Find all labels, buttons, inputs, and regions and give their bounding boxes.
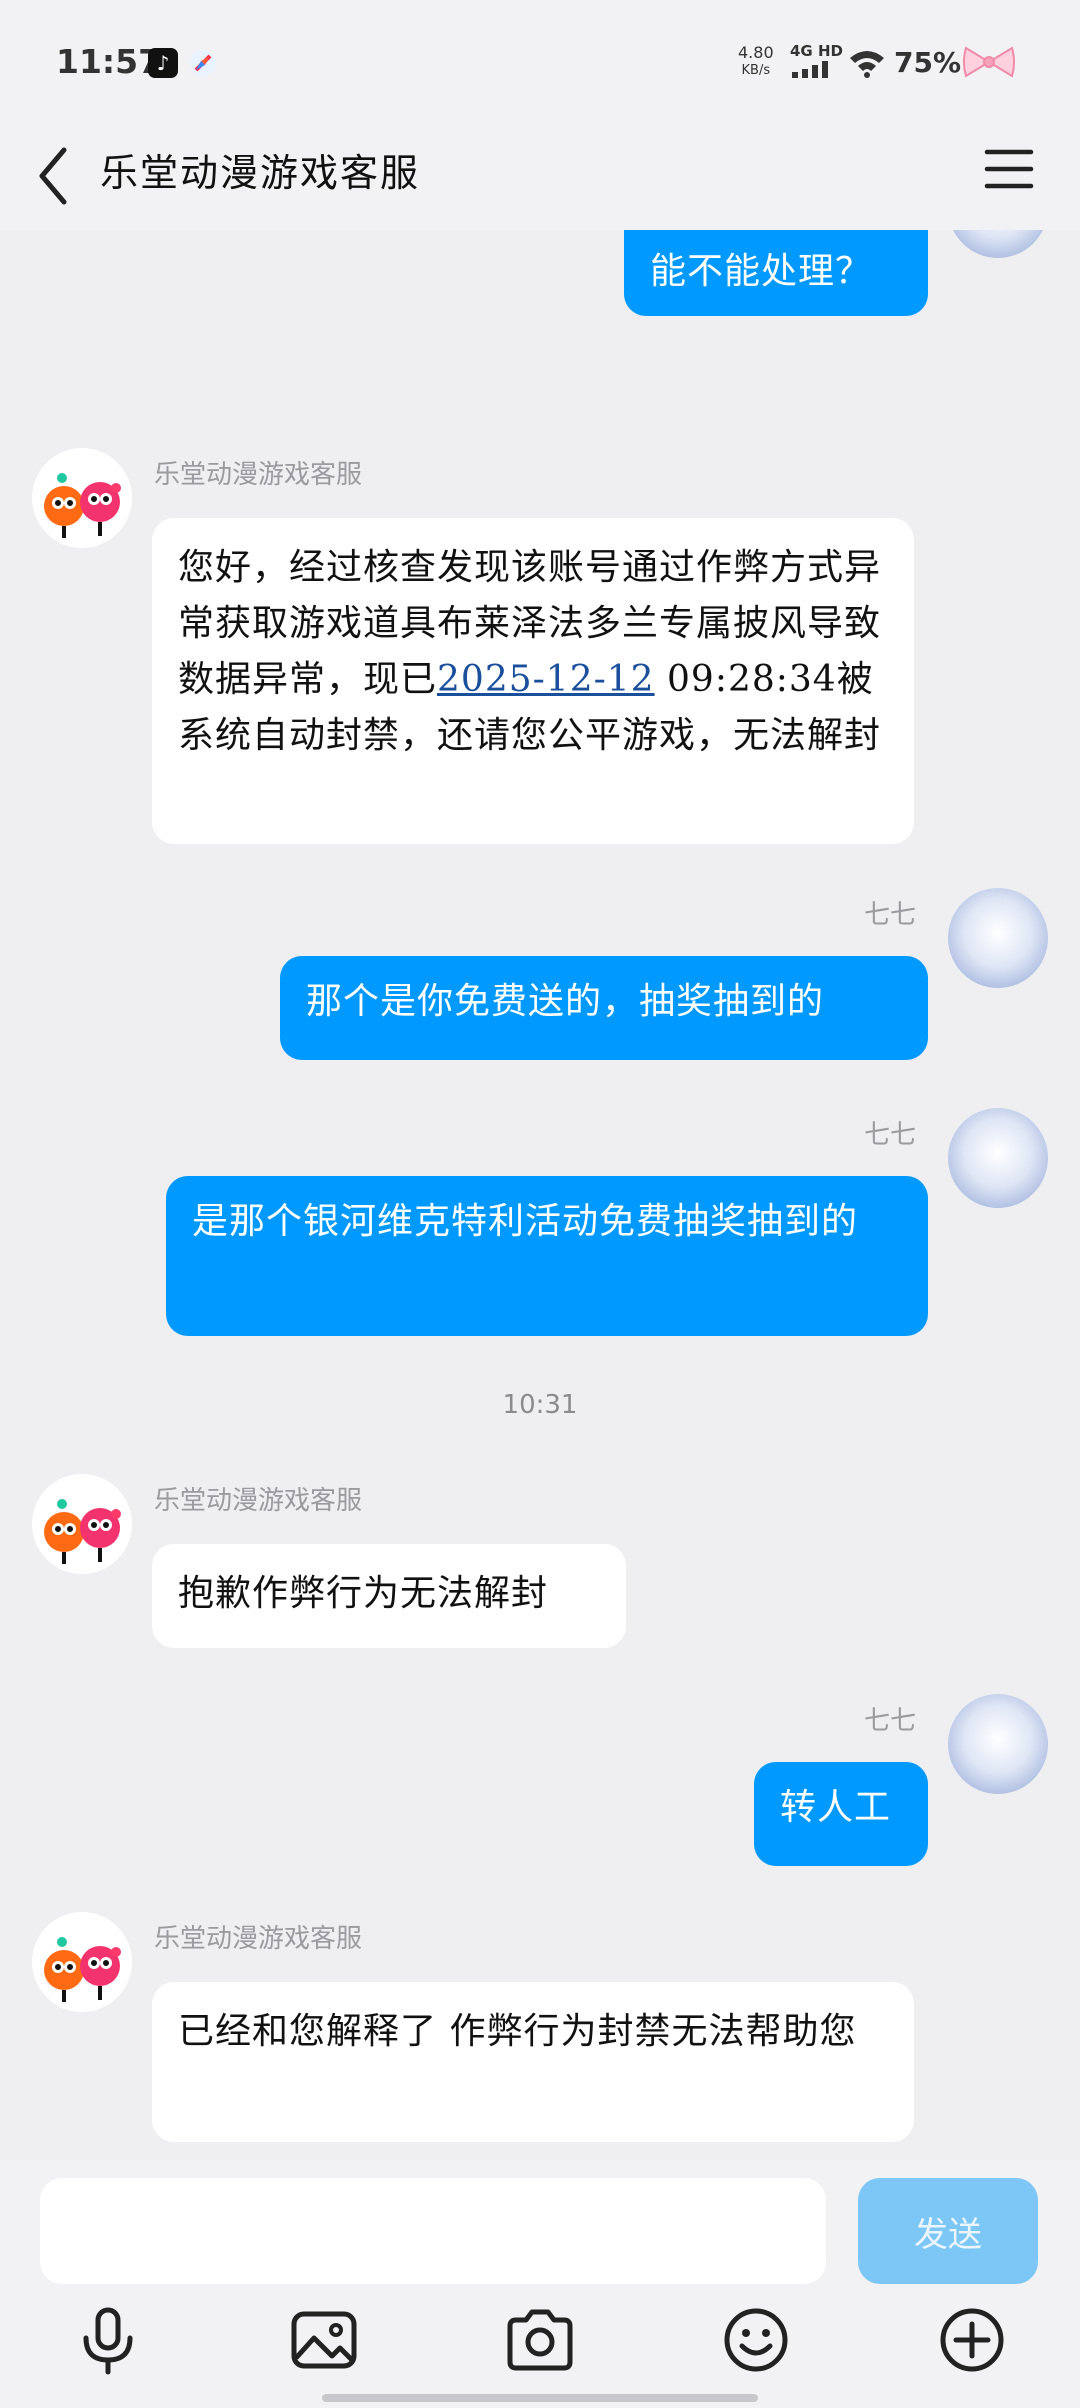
message-bubble-agent[interactable]: 您好，经过核查发现该账号通过作弊方式异常获取游戏道具布莱泽法多兰专属披风导致数据… bbox=[152, 518, 914, 844]
menu-icon[interactable] bbox=[984, 144, 1034, 194]
message-text: 是那个银河维克特利活动免费抽奖抽到的 bbox=[192, 1201, 859, 1242]
emoji-icon[interactable] bbox=[720, 2304, 792, 2376]
user-avatar[interactable] bbox=[948, 1108, 1048, 1208]
home-indicator[interactable] bbox=[322, 2394, 758, 2402]
message-bubble-self[interactable]: 是那个银河维克特利活动免费抽奖抽到的 bbox=[166, 1176, 928, 1336]
bow-icon bbox=[963, 46, 1015, 78]
microphone-icon[interactable] bbox=[72, 2304, 144, 2376]
net-speed-value: 4.80 bbox=[738, 43, 774, 62]
message-bubble-self[interactable]: 转人工 bbox=[754, 1762, 928, 1866]
signal-icon bbox=[792, 61, 828, 78]
battery-level: 75% bbox=[894, 46, 962, 79]
image-icon[interactable] bbox=[288, 2304, 360, 2376]
sender-name: 乐堂动漫游戏客服 bbox=[154, 1924, 363, 1954]
sender-name: 七七 bbox=[863, 1706, 916, 1736]
chat-header: 乐堂动漫游戏客服 bbox=[0, 120, 1080, 230]
message-bubble-self[interactable]: 能不能处理？ bbox=[624, 230, 928, 316]
message-text: 能不能处理？ bbox=[650, 251, 873, 292]
page-title: 乐堂动漫游戏客服 bbox=[100, 151, 421, 195]
bot-avatar[interactable] bbox=[32, 1912, 132, 2012]
sender-name: 乐堂动漫游戏客服 bbox=[154, 460, 363, 490]
bot-avatar[interactable] bbox=[32, 448, 132, 548]
status-time: 11:57 bbox=[56, 42, 162, 81]
message-timestamp: 10:31 bbox=[502, 1390, 578, 1420]
bot-avatar[interactable] bbox=[32, 1474, 132, 1574]
tiktok-icon: ♪ bbox=[148, 48, 178, 78]
camera-icon[interactable] bbox=[504, 2304, 576, 2376]
bot-mascot-icon bbox=[44, 1937, 121, 2002]
wifi-icon bbox=[850, 51, 884, 78]
compass-icon bbox=[190, 50, 216, 76]
message-text: 抱歉作弊行为无法解封 bbox=[178, 1573, 549, 1614]
message-bubble-self[interactable]: 那个是你免费送的，抽奖抽到的 bbox=[280, 956, 928, 1060]
message-text: 那个是你免费送的，抽奖抽到的 bbox=[306, 981, 825, 1022]
network-type: 4G HD bbox=[790, 42, 843, 60]
send-button[interactable]: 发送 bbox=[858, 2178, 1038, 2284]
sender-name: 乐堂动漫游戏客服 bbox=[154, 1486, 363, 1516]
back-icon[interactable] bbox=[30, 138, 80, 208]
message-bubble-agent[interactable]: 抱歉作弊行为无法解封 bbox=[152, 1544, 626, 1648]
input-toolbar bbox=[0, 2290, 1080, 2390]
bot-mascot-icon bbox=[44, 473, 121, 538]
user-avatar[interactable] bbox=[948, 1694, 1048, 1794]
sender-name: 七七 bbox=[863, 1120, 916, 1150]
bot-mascot-icon bbox=[44, 1499, 121, 1564]
message-text: 已经和您解释了 作弊行为封禁无法帮助您 bbox=[178, 2011, 857, 2052]
status-bar: 11:57 ♪ 4.80 KB/s 4G HD 75% bbox=[0, 0, 1080, 120]
message-input[interactable] bbox=[40, 2178, 826, 2284]
message-text: 转人工 bbox=[780, 1787, 892, 1828]
message-bubble-agent[interactable]: 已经和您解释了 作弊行为封禁无法帮助您 bbox=[152, 1982, 914, 2142]
sender-name: 七七 bbox=[863, 900, 916, 930]
user-avatar[interactable] bbox=[948, 888, 1048, 988]
net-speed: 4.80 KB/s bbox=[738, 44, 774, 80]
plus-icon[interactable] bbox=[936, 2304, 1008, 2376]
user-avatar[interactable] bbox=[948, 230, 1048, 258]
message-list[interactable]: 能不能处理？ 乐堂动漫游戏客服 您好，经过核查发现该账号通过作弊方式异常获取游戏… bbox=[0, 230, 1080, 2160]
net-speed-unit: KB/s bbox=[741, 63, 771, 78]
date-link[interactable]: 2025-12-12 bbox=[437, 659, 655, 700]
